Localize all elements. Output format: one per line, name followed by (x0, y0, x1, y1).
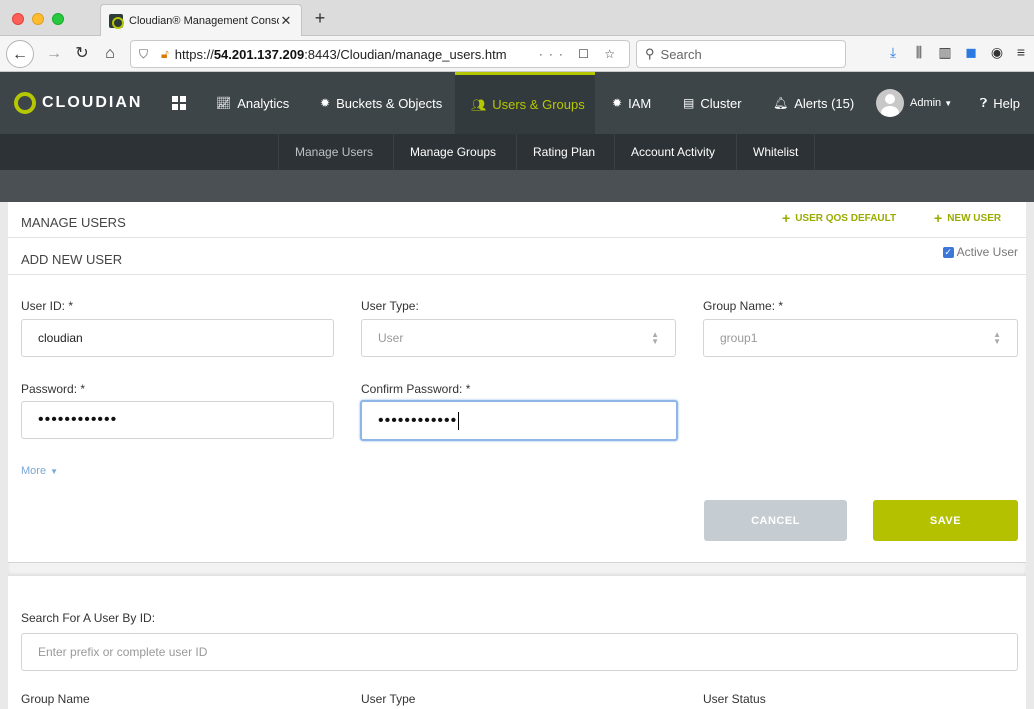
plus-icon: + (782, 210, 791, 226)
section-divider (8, 562, 1026, 576)
server-icon: ▤ (683, 96, 695, 110)
active-user-checkbox[interactable]: ✓ (942, 246, 954, 258)
cloudian-logo-icon (14, 92, 36, 114)
user-id-input[interactable]: cloudian (21, 319, 334, 357)
select-arrows-icon: ▲ ▼ (651, 330, 659, 346)
cancel-button[interactable]: CANCEL (704, 500, 847, 541)
browser-navbar: ← → ↻ ⌂ ⛉ 🔓︎ https://54.201.137.209:8443… (0, 36, 1034, 72)
home-button[interactable]: ⌂ (96, 40, 124, 68)
group-name-label: Group Name: * (703, 299, 784, 313)
user-id-label: User ID: * (21, 299, 74, 313)
sidebar-icon[interactable]: ▥ (934, 44, 956, 64)
page-title: MANAGE USERS (21, 215, 126, 230)
chart-icon: 📈︎ (216, 96, 232, 110)
menu-admin[interactable]: Admin ▼ (876, 72, 952, 134)
menu-users-groups[interactable]: 👥︎ Users & Groups (455, 72, 595, 134)
subnav-rating-plan[interactable]: Rating Plan (516, 134, 611, 170)
text-caret (458, 411, 460, 430)
select-arrows-icon: ▲ ▼ (993, 330, 1001, 346)
menu-alerts[interactable]: 🔔︎ Alerts (15) (773, 72, 854, 134)
cloudian-favicon-icon (109, 13, 124, 29)
avatar (876, 89, 904, 117)
menu-iam[interactable]: ✹ IAM (612, 72, 651, 134)
confirm-password-label: Confirm Password: * (361, 382, 471, 396)
menu-icon[interactable]: ≡ (1010, 44, 1032, 64)
gear-icon: ✹ (320, 96, 331, 110)
close-tab-icon[interactable]: ✕ (279, 13, 293, 29)
search-user-input[interactable]: Enter prefix or complete user ID (21, 633, 1018, 671)
group-name-select[interactable]: group1 ▲ ▼ (703, 319, 1018, 357)
search-user-label: Search For A User By ID: (21, 611, 156, 625)
filter-user-status-label: User Status (703, 692, 766, 706)
account-icon[interactable]: ◉ (986, 44, 1008, 64)
apps-grid-icon[interactable] (172, 96, 186, 110)
save-button[interactable]: SAVE (873, 500, 1018, 541)
maximize-window-button[interactable] (52, 13, 64, 25)
sub-navigation: Manage Users Manage Groups Rating Plan A… (0, 134, 1034, 170)
help-icon: ❓︎ (980, 95, 988, 110)
caret-down-icon: ▼ (50, 466, 58, 476)
password-input[interactable]: •••••••••••• (21, 401, 334, 439)
subnav-account-activity[interactable]: Account Activity (614, 134, 731, 170)
active-user-toggle[interactable]: ✓ Active User (942, 245, 1018, 259)
subnav-manage-groups[interactable]: Manage Groups (393, 134, 512, 170)
minimize-window-button[interactable] (32, 13, 44, 25)
address-bar[interactable]: ⛉ 🔓︎ https://54.201.137.209:8443/Cloudia… (130, 40, 630, 68)
users-icon: 👥︎ (471, 97, 487, 112)
browser-tab[interactable]: Cloudian® Management Consol ✕ (100, 4, 302, 36)
panel-header: MANAGE USERS + USER QOS DEFAULT + NEW USER (8, 202, 1026, 238)
user-type-label: User Type: (361, 299, 419, 313)
back-button[interactable]: ← (6, 40, 34, 68)
close-window-button[interactable] (12, 13, 24, 25)
menu-cluster[interactable]: ▤ Cluster (683, 72, 742, 134)
search-icon: ⚲ (645, 46, 655, 61)
manage-users-panel: MANAGE USERS + USER QOS DEFAULT + NEW USER… (8, 202, 1026, 709)
header-band (0, 170, 1034, 202)
page-actions[interactable]: ··· ☐ ☆ (539, 47, 621, 61)
bell-icon: 🔔︎ (773, 96, 789, 110)
menu-buckets-objects[interactable]: ✹ Buckets & Objects (320, 72, 442, 134)
download-icon[interactable]: ⤓ (882, 44, 904, 64)
new-tab-button[interactable]: + (308, 4, 332, 32)
password-label: Password: * (21, 382, 86, 396)
lock-warning-icon[interactable]: 🔓︎ (161, 47, 169, 62)
user-type-select[interactable]: User ▲ ▼ (361, 319, 676, 357)
plus-icon: + (934, 210, 943, 226)
confirm-password-input[interactable]: •••••••••••• (360, 400, 678, 441)
url-text[interactable]: https://54.201.137.209:8443/Cloudian/man… (175, 47, 539, 62)
caret-down-icon: ▼ (944, 98, 953, 108)
browser-search-input[interactable]: ⚲ Search (636, 40, 846, 68)
shield-icon[interactable]: ⛉ (139, 47, 153, 62)
add-user-section-header: ADD NEW USER ✓ Active User (8, 239, 1026, 275)
forward-button[interactable]: → (40, 40, 68, 68)
menu-help[interactable]: ❓︎ Help (980, 72, 1020, 134)
extension-icon[interactable]: ◼ (960, 44, 982, 64)
tab-title: Cloudian® Management Consol (129, 14, 279, 27)
browser-titlebar: Cloudian® Management Consol ✕ + (0, 0, 1034, 36)
user-qos-default-link[interactable]: + USER QOS DEFAULT (782, 210, 896, 226)
gear-icon: ✹ (612, 96, 623, 110)
subnav-manage-users[interactable]: Manage Users (278, 134, 389, 170)
more-options-toggle[interactable]: More ▼ (21, 465, 58, 477)
subnav-whitelist[interactable]: Whitelist (736, 134, 816, 170)
filter-user-type-label: User Type (361, 692, 416, 706)
filter-group-name-label: Group Name (21, 692, 90, 706)
new-user-link[interactable]: + NEW USER (934, 210, 1001, 226)
app-header: CLOUDIAN 📈︎ Analytics ✹ Buckets & Objects … (0, 72, 1034, 134)
reload-button[interactable]: ↻ (68, 40, 96, 68)
menu-analytics[interactable]: 📈︎ Analytics (216, 72, 289, 134)
section-title: ADD NEW USER (21, 252, 123, 267)
cloudian-logo[interactable]: CLOUDIAN (14, 92, 142, 114)
library-icon[interactable]: ⫼ (908, 44, 930, 64)
